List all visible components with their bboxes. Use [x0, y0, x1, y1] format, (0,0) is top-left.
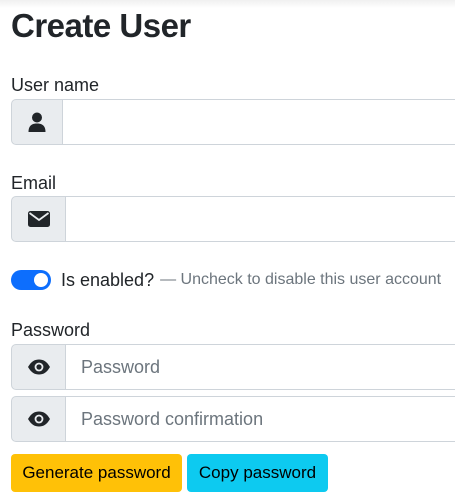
email-input-group: [11, 196, 455, 242]
username-label: User name: [11, 75, 100, 95]
enabled-help-text: — Uncheck to disable this user account: [160, 271, 442, 288]
user-icon: [11, 99, 63, 145]
envelope-icon: [11, 196, 66, 242]
eye-icon[interactable]: [11, 344, 66, 390]
username-input-group: [11, 99, 455, 145]
password-label: Password: [11, 320, 91, 340]
enabled-label[interactable]: Is enabled?: [61, 270, 154, 291]
create-user-page: Create User User name Email Is enabled? …: [0, 0, 455, 502]
password-input[interactable]: [66, 344, 455, 390]
password-confirmation-input-group: [11, 396, 455, 442]
enabled-switch-row: Is enabled? — Uncheck to disable this us…: [11, 267, 441, 293]
password-input-group: [11, 344, 455, 390]
copy-password-button[interactable]: Copy password: [187, 454, 328, 492]
page-title: Create User: [11, 7, 191, 44]
email-input[interactable]: [66, 196, 455, 242]
username-input[interactable]: [63, 99, 455, 145]
enabled-toggle[interactable]: [11, 270, 51, 290]
password-confirmation-input[interactable]: [66, 396, 455, 442]
eye-icon[interactable]: [11, 396, 66, 442]
email-label: Email: [11, 173, 57, 193]
toggle-knob: [34, 273, 48, 287]
generate-password-button[interactable]: Generate password: [11, 454, 182, 492]
